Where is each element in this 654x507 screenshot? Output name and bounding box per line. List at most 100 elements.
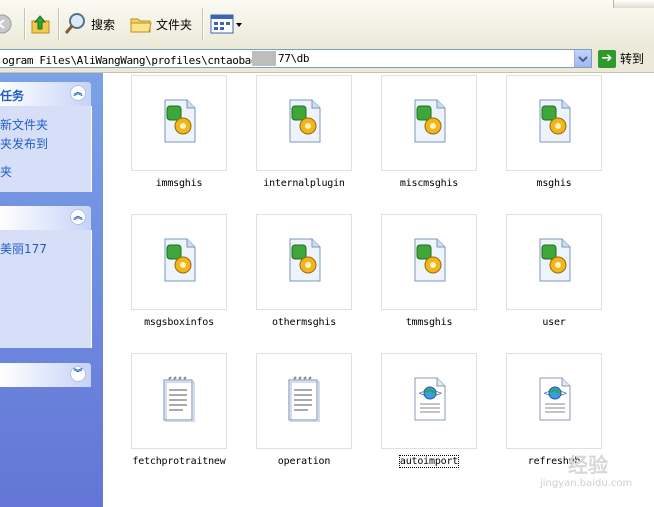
file-icon-wrap — [536, 98, 574, 147]
search-icon — [64, 13, 85, 34]
watermark-url: jingyan.baidu.com — [540, 478, 633, 489]
places-panel-body: 美丽177 — [0, 230, 92, 348]
places-panel-header[interactable]: ︽ — [0, 206, 91, 230]
task-link-publish[interactable]: 夹发布到 — [0, 135, 48, 152]
toolbar-separator — [24, 8, 26, 40]
tasks-panel-title: 任务 — [0, 89, 25, 103]
tasks-panel-body: 新文件夹 夹发布到 夹 — [0, 106, 92, 192]
file-thumbnail[interactable] — [131, 214, 227, 310]
file-name[interactable]: autoimport — [367, 455, 491, 468]
file-name[interactable]: msgsboxinfos — [117, 317, 241, 328]
task-link-new-folder[interactable]: 新文件夹 — [0, 116, 48, 133]
file-thumbnail[interactable]: < > — [506, 353, 602, 449]
file-item[interactable]: user — [492, 214, 612, 334]
file-item[interactable]: msgsboxinfos — [117, 214, 237, 334]
file-name[interactable]: miscmsghis — [367, 178, 491, 189]
collapse-icon[interactable]: ︽ — [70, 85, 86, 101]
search-label: 搜索 — [91, 17, 116, 32]
file-thumbnail[interactable] — [131, 353, 227, 449]
address-bar: ogram Files\AliWangWang\profiles\cntaoba… — [0, 46, 654, 73]
database-file-icon — [164, 238, 196, 282]
file-icon-wrap — [286, 237, 324, 286]
file-item[interactable]: operation — [242, 353, 362, 473]
file-name[interactable]: operation — [242, 456, 366, 467]
toolbar: 搜索 文件夹 — [0, 0, 654, 47]
file-name[interactable]: tmmsghis — [367, 317, 491, 328]
collapse-icon[interactable]: ︽ — [70, 209, 86, 225]
file-name[interactable]: immsghis — [117, 178, 241, 189]
views-button[interactable] — [210, 9, 244, 39]
address-dropdown-button[interactable] — [574, 50, 591, 67]
file-name[interactable]: othermsghis — [242, 317, 366, 328]
views-icon — [210, 14, 242, 34]
file-item[interactable]: fetchprotraitnew — [117, 353, 237, 473]
file-icon-wrap — [161, 98, 199, 147]
file-thumbnail[interactable] — [256, 75, 352, 171]
text-file-icon — [163, 376, 195, 423]
file-name[interactable]: fetchprotraitnew — [117, 456, 241, 467]
file-icon-wrap — [161, 376, 195, 425]
go-arrow-icon: ➔ — [598, 49, 616, 68]
file-item[interactable]: internalplugin — [242, 75, 362, 195]
database-file-icon — [164, 99, 196, 143]
file-thumbnail[interactable] — [256, 214, 352, 310]
file-icon-wrap — [536, 237, 574, 286]
redacted-region — [252, 51, 276, 66]
expand-icon[interactable]: ︾ — [70, 366, 86, 382]
file-icon-wrap — [411, 98, 449, 147]
folders-button[interactable]: 文件夹 — [129, 9, 192, 39]
file-thumbnail[interactable] — [381, 75, 477, 171]
place-link[interactable]: 美丽177 — [0, 240, 47, 257]
file-item[interactable]: miscmsghis — [367, 75, 487, 195]
back-arrow-icon — [0, 14, 12, 34]
address-path-right: 77\db — [278, 52, 310, 65]
text-file-icon — [288, 376, 320, 423]
file-thumbnail[interactable] — [506, 214, 602, 310]
file-thumbnail[interactable] — [506, 75, 602, 171]
details-panel-header[interactable]: ︾ — [0, 363, 91, 387]
file-icon-wrap — [411, 237, 449, 286]
file-item[interactable]: othermsghis — [242, 214, 362, 334]
file-name[interactable]: user — [492, 317, 616, 328]
file-thumbnail[interactable] — [256, 353, 352, 449]
file-icon-wrap — [286, 98, 324, 147]
chevron-down-icon — [578, 56, 588, 63]
tasks-panel-header[interactable]: 任务 ︽ — [0, 82, 91, 106]
watermark: 经验 jingyan.baidu.com — [540, 445, 650, 495]
database-file-icon — [289, 238, 321, 282]
file-name[interactable]: internalplugin — [242, 178, 366, 189]
file-icon-wrap — [161, 237, 199, 286]
file-thumbnail[interactable] — [131, 75, 227, 171]
file-item[interactable]: immsghis — [117, 75, 237, 195]
file-name[interactable]: msghis — [492, 178, 616, 189]
database-file-icon — [414, 238, 446, 282]
window-restore-button[interactable] — [613, 0, 654, 8]
file-view: immsghis internalplugin miscmsghis msghis ms… — [103, 73, 654, 507]
go-label: 转到 — [620, 52, 645, 66]
file-icon-wrap: < > — [411, 376, 449, 425]
database-file-icon — [414, 99, 446, 143]
file-item[interactable]: msghis — [492, 75, 612, 195]
address-input[interactable]: ogram Files\AliWangWang\profiles\cntaoba… — [0, 49, 592, 68]
back-button[interactable] — [0, 9, 12, 39]
folder-icon — [130, 18, 152, 33]
file-item[interactable]: < > autoimport — [367, 353, 487, 473]
up-folder-button[interactable] — [30, 9, 52, 39]
database-file-icon — [539, 99, 571, 143]
up-folder-icon — [31, 15, 50, 34]
watermark-text: 经验 — [568, 453, 608, 477]
file-thumbnail[interactable]: < > — [381, 353, 477, 449]
file-item[interactable]: tmmsghis — [367, 214, 487, 334]
database-file-icon — [289, 99, 321, 143]
folders-label: 文件夹 — [156, 17, 193, 32]
toolbar-separator — [58, 8, 60, 40]
search-button[interactable]: 搜索 — [64, 9, 115, 39]
task-sidebar: 任务 ︽ 新文件夹 夹发布到 夹 ︽ 美丽177 ︾ — [0, 73, 103, 507]
web-file-icon: < > — [414, 377, 446, 421]
file-thumbnail[interactable] — [381, 214, 477, 310]
go-button[interactable]: ➔ 转到 — [598, 49, 644, 68]
database-file-icon — [539, 238, 571, 282]
web-file-icon: < > — [539, 377, 571, 421]
address-path-left: ogram Files\AliWangWang\profiles\cntaoba… — [2, 54, 268, 67]
task-link-share[interactable]: 夹 — [0, 163, 12, 180]
